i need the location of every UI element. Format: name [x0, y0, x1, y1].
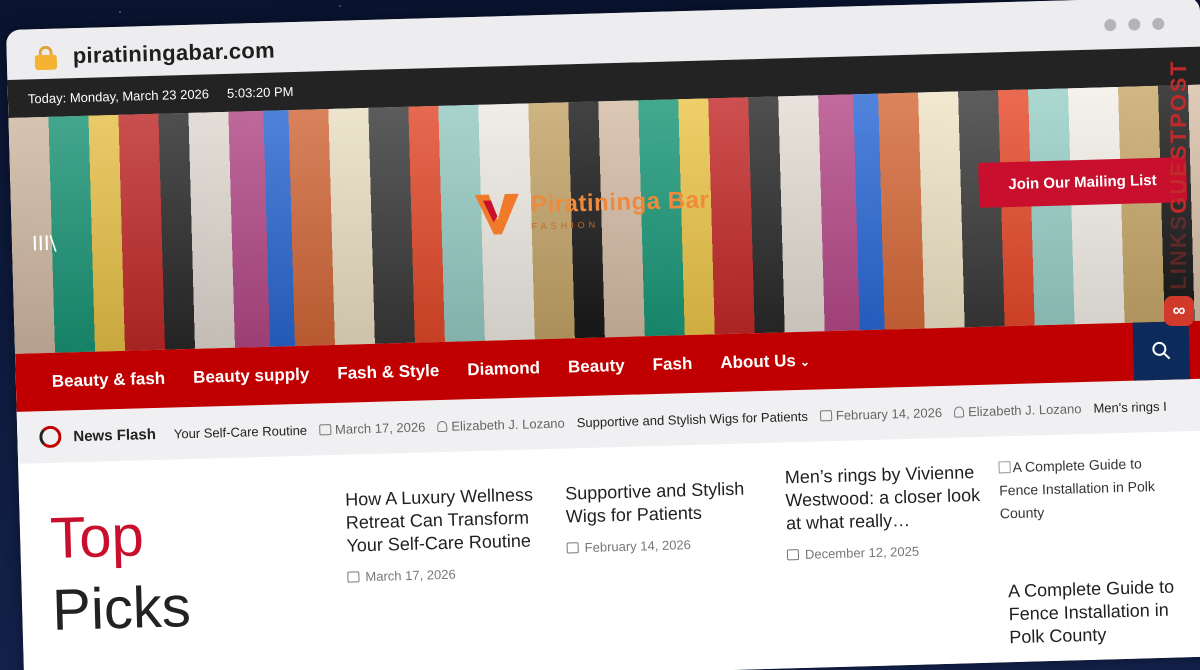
address-bar[interactable]: piratiningabar.com — [72, 38, 275, 70]
nav-item-about-us[interactable]: About Us ⌄ — [720, 351, 810, 373]
post-title[interactable]: Men’s rings by Vivienne Westwood: a clos… — [784, 461, 986, 536]
window-dot-icon[interactable] — [1104, 18, 1117, 32]
ticker-title[interactable]: Supportive and Stylish Wigs for Patients — [577, 408, 809, 429]
ticker-date-text: February 14, 2026 — [835, 404, 943, 423]
current-time: 5:03:20 PM — [226, 83, 294, 101]
nav-item-beauty-supply[interactable]: Beauty supply — [193, 365, 310, 388]
web-page: Today: Monday, March 23 2026 5:03:20 PM … — [7, 46, 1200, 670]
calendar-icon — [819, 409, 833, 421]
watermark-faint: LINKS — [1166, 213, 1191, 290]
guestpostlinks-watermark: LINKSGUESTPOST ∞ — [1162, 60, 1196, 360]
nav-item-fash[interactable]: Fash — [652, 354, 692, 375]
post-card: How A Luxury Wellness Retreat Can Transf… — [345, 483, 548, 585]
logo-mark-icon — [474, 193, 519, 235]
ticker-date: February 14, 2026 — [819, 404, 943, 423]
post-date-text: March 17, 2026 — [365, 566, 456, 585]
post-title[interactable]: How A Luxury Wellness Retreat Can Transf… — [345, 483, 547, 558]
post-title[interactable]: Supportive and Stylish Wigs for Patients — [565, 477, 766, 529]
post-date-text: February 14, 2026 — [584, 537, 692, 556]
watermark-text: LINKSGUESTPOST — [1166, 60, 1192, 290]
nav-item-beauty[interactable]: Beauty — [568, 356, 625, 378]
chevron-down-icon: ⌄ — [799, 354, 811, 369]
window-dot-icon[interactable] — [1128, 18, 1141, 31]
ticker-title[interactable]: Your Self-Care Routine — [174, 422, 308, 441]
top-picks-section: Top Picks How A Luxury Wellness Retreat … — [18, 430, 1200, 670]
logo-name: Piratininga Bar — [530, 186, 710, 219]
featured-post-title[interactable]: A Complete Guide to Fence Installation i… — [1008, 575, 1200, 649]
section-heading: Top Picks — [49, 499, 192, 647]
browser-window: piratiningabar.com Today: Monday, March … — [6, 0, 1200, 670]
calendar-icon — [786, 549, 800, 561]
calendar-icon — [318, 423, 332, 435]
heading-word-top: Top — [49, 503, 145, 571]
post-date: February 14, 2026 — [566, 535, 766, 556]
heading-word-picks: Picks — [51, 574, 192, 643]
watermark-strong: GUESTPOST — [1166, 60, 1191, 214]
post-card: Supportive and Stylish Wigs for Patients… — [565, 477, 767, 556]
broken-image[interactable]: A Complete Guide to Fence Installation i… — [998, 451, 1180, 525]
news-flash-label: News Flash — [73, 425, 157, 445]
ticker-author[interactable]: Elizabeth J. Lozano — [437, 415, 565, 434]
nav-item-fash-style[interactable]: Fash & Style — [337, 361, 440, 384]
user-icon — [953, 405, 965, 418]
nav-item-label: About Us — [720, 351, 797, 373]
ticker-date: March 17, 2026 — [318, 418, 426, 437]
join-mailing-list-button[interactable]: Join Our Mailing List — [977, 157, 1188, 208]
calendar-icon — [566, 542, 579, 554]
ticker-author-text: Elizabeth J. Lozano — [967, 400, 1082, 419]
ticker-date-text: March 17, 2026 — [334, 418, 426, 437]
user-icon — [437, 420, 448, 432]
header-banner: III\ Piratininga Bar FASHION Join Our Ma… — [8, 84, 1200, 354]
broken-image-icon — [998, 461, 1011, 474]
window-dot-icon[interactable] — [1152, 17, 1165, 30]
logo-tagline: FASHION — [531, 219, 600, 232]
calendar-icon — [347, 571, 360, 583]
window-controls — [1104, 17, 1165, 32]
news-flash-icon — [39, 425, 62, 449]
ticker-title[interactable]: Men's rings I — [1093, 398, 1167, 415]
post-date: March 17, 2026 — [347, 564, 547, 585]
nav-item-beauty-fash[interactable]: Beauty & fash — [52, 369, 166, 392]
current-date: Today: Monday, March 23 2026 — [27, 85, 210, 106]
broken-image-alt: A Complete Guide to Fence Installation i… — [999, 455, 1156, 522]
menu-toggle-icon[interactable]: III\ — [32, 231, 57, 256]
site-logo[interactable]: Piratininga Bar FASHION — [471, 180, 711, 239]
lock-icon — [34, 45, 58, 71]
post-date-text: December 12, 2025 — [804, 543, 920, 562]
ticker-author-text: Elizabeth J. Lozano — [451, 415, 565, 434]
ticker-author[interactable]: Elizabeth J. Lozano — [953, 400, 1082, 420]
nav-item-diamond[interactable]: Diamond — [467, 358, 540, 380]
post-card: Men’s rings by Vivienne Westwood: a clos… — [784, 461, 987, 563]
link-icon: ∞ — [1164, 295, 1194, 326]
post-date: December 12, 2025 — [786, 542, 987, 563]
